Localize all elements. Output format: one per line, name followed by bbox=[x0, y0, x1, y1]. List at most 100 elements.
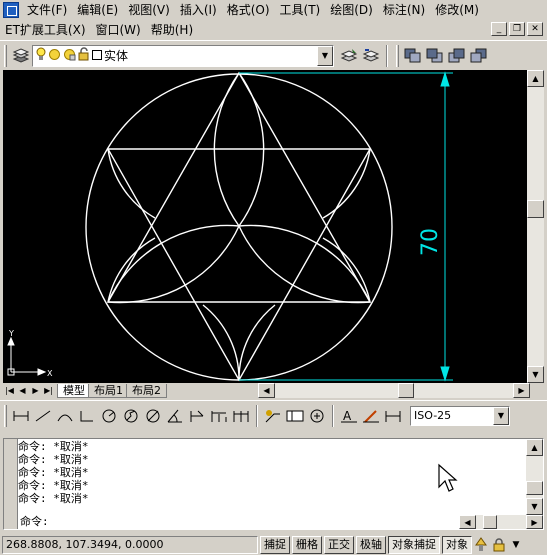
chevron-down-icon[interactable]: ▼ bbox=[493, 406, 509, 425]
scroll-thumb[interactable] bbox=[398, 383, 414, 398]
baseline-dim-icon[interactable] bbox=[208, 405, 230, 427]
tab-layout2[interactable]: 布局2 bbox=[126, 383, 167, 398]
grid-toggle[interactable]: 栅格 bbox=[292, 536, 322, 554]
command-prompt: 命令: bbox=[20, 515, 49, 528]
menu-bar-2: ET扩展工具(X) 窗口(W) 帮助(H) _ ❐ ✕ bbox=[0, 20, 547, 39]
communication-center-icon[interactable] bbox=[472, 534, 490, 555]
sun-icon[interactable] bbox=[48, 48, 61, 64]
tab-layout1[interactable]: 布局1 bbox=[88, 383, 129, 398]
dimension-arrow-top bbox=[440, 71, 450, 87]
layer-name: 实体 bbox=[104, 49, 129, 63]
prev-tab-icon[interactable]: ◀ bbox=[16, 384, 29, 397]
unlock-icon[interactable] bbox=[78, 47, 90, 64]
scroll-up-icon[interactable]: ▲ bbox=[527, 70, 544, 87]
menu-format[interactable]: 格式(O) bbox=[222, 0, 275, 20]
draworder-back-icon[interactable] bbox=[424, 45, 446, 67]
dimension-text: 70 bbox=[418, 228, 443, 256]
ordinate-dim-icon[interactable] bbox=[76, 405, 98, 427]
menu-file[interactable]: 文件(F) bbox=[22, 0, 72, 20]
chevron-down-icon[interactable]: ▼ bbox=[317, 45, 333, 66]
scroll-down-icon[interactable]: ▼ bbox=[527, 366, 544, 383]
layer-dropdown[interactable]: 实体 ▼ bbox=[32, 44, 334, 67]
ortho-toggle[interactable]: 正交 bbox=[324, 536, 354, 554]
angular-dim-icon[interactable] bbox=[164, 405, 186, 427]
jogged-dim-icon[interactable] bbox=[120, 405, 142, 427]
menu-edit[interactable]: 编辑(E) bbox=[72, 0, 123, 20]
restore-icon[interactable]: ❐ bbox=[509, 22, 525, 36]
menu-help[interactable]: 帮助(H) bbox=[146, 20, 198, 40]
status-menu-chevron-icon[interactable]: ▼ bbox=[508, 534, 524, 555]
layer-toolbar: 实体 ▼ bbox=[0, 40, 547, 70]
drawing-vertical-scrollbar[interactable]: ▲ ▼ bbox=[527, 70, 544, 383]
menu-dimension[interactable]: 标注(N) bbox=[378, 0, 430, 20]
minimize-icon[interactable]: _ bbox=[491, 22, 507, 36]
main-triangle bbox=[106, 71, 372, 303]
menu-insert[interactable]: 插入(I) bbox=[175, 0, 222, 20]
menu-draw[interactable]: 绘图(D) bbox=[325, 0, 378, 20]
app-icon[interactable] bbox=[3, 2, 19, 18]
menu-modify[interactable]: 修改(M) bbox=[430, 0, 484, 20]
draworder-under-icon[interactable] bbox=[468, 45, 490, 67]
layer-previous-icon[interactable] bbox=[360, 45, 382, 67]
first-tab-icon[interactable]: |◀ bbox=[3, 384, 16, 397]
scroll-thumb[interactable] bbox=[483, 515, 497, 529]
linear-dim-icon[interactable] bbox=[10, 405, 32, 427]
radius-dim-icon[interactable] bbox=[98, 405, 120, 427]
last-tab-icon[interactable]: ▶| bbox=[42, 384, 55, 397]
dim-edit-icon[interactable]: A bbox=[338, 405, 360, 427]
draworder-front-icon[interactable] bbox=[402, 45, 424, 67]
tab-model[interactable]: 模型 bbox=[57, 383, 91, 398]
otrack-toggle[interactable]: 对象 bbox=[442, 536, 472, 554]
diameter-dim-icon[interactable] bbox=[142, 405, 164, 427]
make-layer-current-icon[interactable] bbox=[338, 45, 360, 67]
toolbar-lock-icon[interactable] bbox=[490, 534, 508, 555]
menu-view[interactable]: 视图(V) bbox=[123, 0, 175, 20]
command-horizontal-scrollbar[interactable]: ◀ ▶ bbox=[459, 515, 543, 529]
scroll-right-icon[interactable]: ▶ bbox=[526, 515, 543, 529]
scroll-thumb[interactable] bbox=[526, 481, 543, 495]
dim-update-icon[interactable] bbox=[382, 405, 404, 427]
quick-dim-icon[interactable] bbox=[186, 405, 208, 427]
dim-style-dropdown[interactable]: ISO-25 ▼ bbox=[410, 405, 510, 426]
osnap-toggle[interactable]: 对象捕捉 bbox=[388, 536, 440, 554]
scroll-down-icon[interactable]: ▼ bbox=[526, 498, 543, 515]
tolerance-icon[interactable] bbox=[284, 405, 306, 427]
dim-text-edit-icon[interactable] bbox=[360, 405, 382, 427]
draworder-above-icon[interactable] bbox=[446, 45, 468, 67]
toolbar-grip[interactable] bbox=[4, 44, 7, 67]
command-input[interactable]: 命令: bbox=[18, 515, 458, 529]
snap-toggle[interactable]: 捕捉 bbox=[260, 536, 290, 554]
menu-tools[interactable]: 工具(T) bbox=[275, 0, 326, 20]
geometry bbox=[85, 71, 393, 382]
scroll-up-icon[interactable]: ▲ bbox=[526, 439, 543, 456]
toolbar-grip[interactable] bbox=[4, 404, 7, 427]
polar-toggle[interactable]: 极轴 bbox=[356, 536, 386, 554]
menu-window[interactable]: 窗口(W) bbox=[91, 20, 146, 40]
color-swatch-icon bbox=[92, 49, 102, 63]
scroll-thumb[interactable] bbox=[527, 200, 544, 218]
quick-leader-icon[interactable] bbox=[262, 405, 284, 427]
lightbulb-icon[interactable] bbox=[36, 47, 46, 64]
center-mark-icon[interactable] bbox=[306, 405, 328, 427]
menu-express-tools[interactable]: ET扩展工具(X) bbox=[0, 20, 91, 40]
command-vertical-scrollbar[interactable]: ▲ ▼ bbox=[526, 439, 543, 515]
model-space-canvas[interactable]: 70 Y X bbox=[3, 70, 527, 383]
continue-dim-icon[interactable] bbox=[230, 405, 252, 427]
toolbar-separator bbox=[256, 404, 258, 427]
arc-upper-right bbox=[322, 148, 371, 219]
status-bar: 268.8808, 107.3494, 0.0000 捕捉 栅格 正交 极轴 对… bbox=[0, 535, 547, 555]
toolbar-grip[interactable] bbox=[396, 44, 399, 67]
next-tab-icon[interactable]: ▶ bbox=[29, 384, 42, 397]
drawing-horizontal-scrollbar[interactable]: ◀ ▶ bbox=[258, 383, 530, 398]
command-window-grip[interactable] bbox=[4, 439, 18, 529]
scroll-right-icon[interactable]: ▶ bbox=[513, 383, 530, 398]
scroll-left-icon[interactable]: ◀ bbox=[459, 515, 476, 529]
scroll-left-icon[interactable]: ◀ bbox=[258, 383, 275, 398]
layer-manager-icon[interactable] bbox=[10, 45, 32, 67]
inverted-triangle bbox=[106, 148, 372, 382]
close-icon[interactable]: ✕ bbox=[527, 22, 543, 36]
arc-length-icon[interactable] bbox=[54, 405, 76, 427]
mouse-cursor-icon bbox=[438, 463, 458, 492]
aligned-dim-icon[interactable] bbox=[32, 405, 54, 427]
freeze-viewport-icon[interactable] bbox=[63, 48, 76, 64]
